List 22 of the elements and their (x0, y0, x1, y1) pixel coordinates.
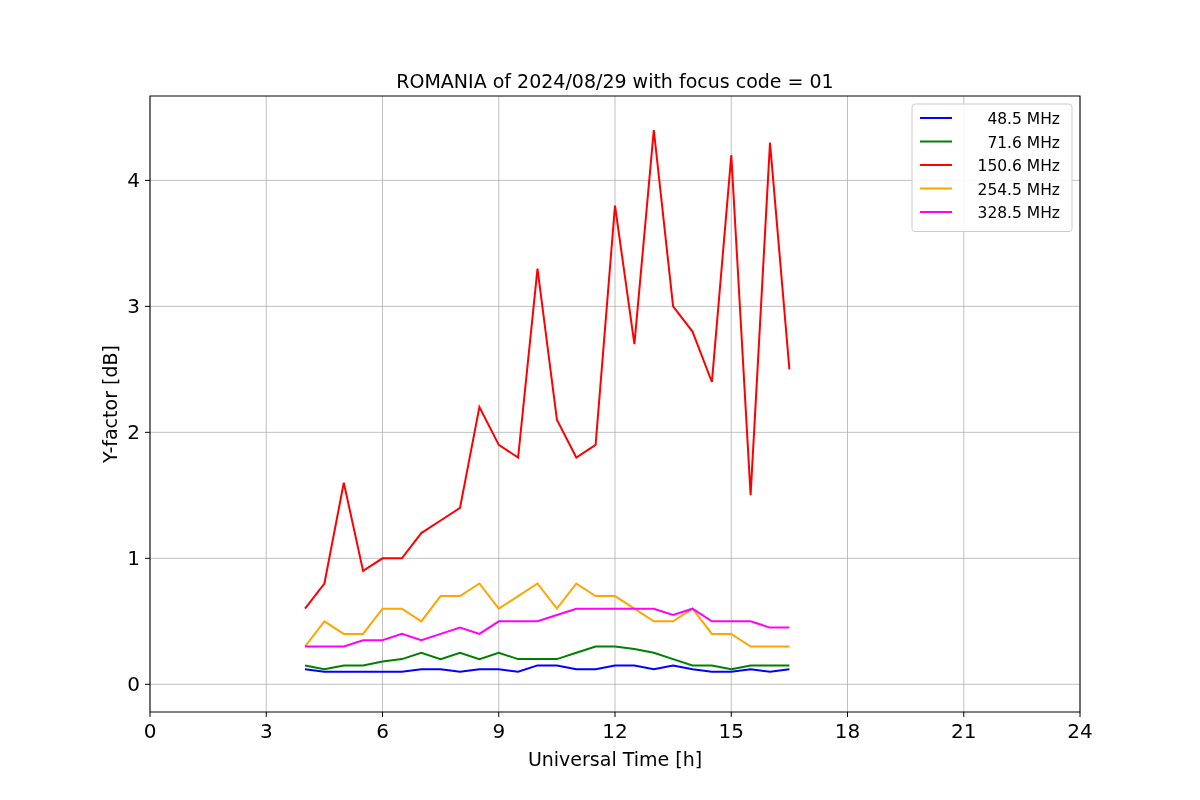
x-tick-label: 0 (143, 719, 157, 743)
x-axis-label: Universal Time [h] (527, 748, 703, 770)
y-tick-label: 4 (127, 168, 140, 193)
x-tick-label: 12 (602, 719, 628, 743)
y-tick-label: 2 (127, 420, 140, 445)
legend-label: 48.5 MHz (987, 110, 1060, 128)
y-tick-label: 1 (127, 546, 140, 571)
y-tick-label: 0 (127, 672, 140, 697)
legend-label: 254.5 MHz (977, 180, 1060, 199)
x-tick-label: 9 (492, 719, 506, 743)
x-tick-label: 18 (834, 719, 861, 743)
x-tick-label: 15 (718, 719, 744, 743)
legend-label: 150.6 MHz (977, 157, 1060, 175)
x-tick-label: 6 (376, 719, 389, 743)
y-axis-label: Y-factor [dB] (99, 345, 121, 463)
legend-label: 71.6 MHz (987, 133, 1060, 152)
chart-title: ROMANIA of 2024/08/29 with focus code = 01 (396, 70, 834, 92)
x-tick-label: 3 (259, 719, 273, 743)
y-tick-label: 3 (127, 294, 140, 319)
x-tick-label: 24 (1067, 719, 1093, 743)
x-tick-label: 21 (951, 719, 977, 743)
legend-label: 328.5 MHz (977, 204, 1060, 222)
